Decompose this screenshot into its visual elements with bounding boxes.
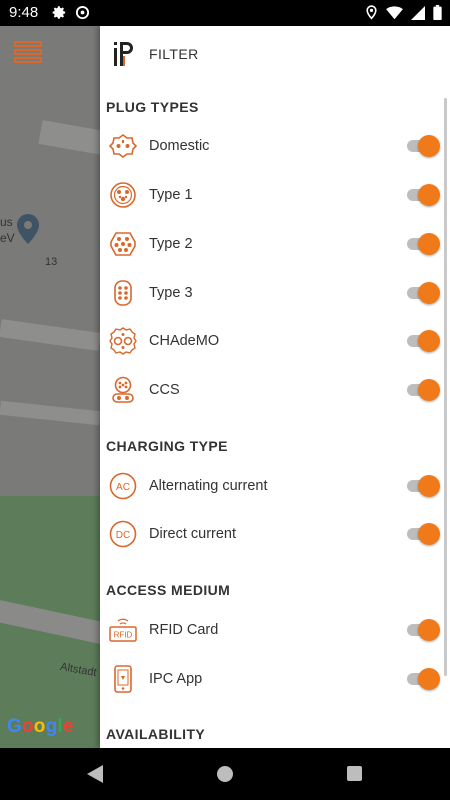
filter-label: Type 1 [149, 187, 193, 203]
wifi-icon [386, 5, 403, 19]
type3-plug-icon [114, 280, 132, 306]
system-nav-bar [0, 748, 450, 800]
settings-gear-icon [52, 6, 66, 19]
ccs-plug-icon [112, 376, 134, 403]
drawer-title: FILTER [149, 46, 199, 62]
phone-app-icon [114, 665, 132, 693]
type2-toggle[interactable] [405, 233, 441, 255]
map-poi-label: us eV [0, 215, 15, 245]
chademo-plug-icon [109, 327, 137, 355]
filter-label: CHAdeMO [149, 333, 220, 349]
type1-toggle[interactable] [405, 184, 441, 206]
domestic-toggle[interactable] [405, 135, 441, 157]
map-street-number: 13 [45, 256, 58, 268]
ac-icon: AC [109, 472, 137, 500]
filter-row-ipc-app[interactable]: IPC App [100, 658, 450, 706]
battery-icon [433, 5, 442, 20]
google-logo: Google [7, 716, 74, 737]
section-title-plug-types: PLUG TYPES [106, 99, 199, 115]
location-icon [366, 5, 377, 20]
drawer-header: FILTER [100, 26, 450, 82]
back-icon[interactable] [87, 765, 103, 783]
section-title-availability: AVAILABILITY [106, 726, 206, 742]
data-saver-icon [75, 5, 90, 20]
map-view[interactable]: us eV 13 Altstadt Google [0, 26, 100, 748]
svg-text:AC: AC [116, 482, 130, 493]
rfid-card-icon: RFID [109, 618, 137, 642]
domestic-plug-icon [109, 134, 137, 158]
filter-row-chademo[interactable]: CHAdeMO [100, 320, 450, 368]
status-time: 9:48 [9, 4, 39, 21]
section-title-access-medium: ACCESS MEDIUM [106, 582, 231, 598]
rfid-toggle[interactable] [405, 619, 441, 641]
chademo-toggle[interactable] [405, 330, 441, 352]
home-icon[interactable] [217, 766, 233, 782]
recent-apps-icon[interactable] [347, 766, 362, 781]
filter-label: IPC App [149, 671, 203, 687]
cell-signal-icon [411, 5, 425, 20]
type1-plug-icon [110, 182, 136, 208]
filter-label: Alternating current [149, 478, 268, 494]
map-pin-icon[interactable] [17, 214, 39, 244]
filter-label: Direct current [149, 526, 237, 542]
ccs-toggle[interactable] [405, 379, 441, 401]
type3-toggle[interactable] [405, 282, 441, 304]
filter-row-ac[interactable]: AC Alternating current [100, 465, 450, 513]
dc-toggle[interactable] [405, 523, 441, 545]
filter-row-dc[interactable]: DC Direct current [100, 513, 450, 561]
ac-toggle[interactable] [405, 475, 441, 497]
filter-row-rfid[interactable]: RFID RFID Card [100, 609, 450, 657]
menu-button[interactable] [14, 41, 42, 67]
dc-icon: DC [109, 520, 137, 548]
filter-label: Type 3 [149, 285, 193, 301]
filter-row-type1[interactable]: Type 1 [100, 174, 450, 222]
filter-drawer: FILTER PLUG TYPES Domestic Type 1 Type 2 [100, 26, 450, 748]
status-bar: 9:48 [0, 0, 450, 26]
ipc-app-toggle[interactable] [405, 668, 441, 690]
filter-label: CCS [149, 382, 180, 398]
filter-label: Type 2 [149, 236, 193, 252]
svg-text:DC: DC [116, 530, 130, 541]
filter-row-domestic[interactable]: Domestic [100, 125, 450, 173]
filter-row-type2[interactable]: Type 2 [100, 223, 450, 271]
filter-label: RFID Card [149, 622, 219, 638]
ipc-logo [114, 42, 133, 66]
type2-plug-icon [110, 232, 136, 256]
filter-row-ccs[interactable]: CCS [100, 369, 450, 417]
filter-row-type3[interactable]: Type 3 [100, 272, 450, 320]
section-title-charging-type: CHARGING TYPE [106, 438, 228, 454]
svg-text:RFID: RFID [114, 631, 133, 640]
filter-label: Domestic [149, 138, 210, 154]
